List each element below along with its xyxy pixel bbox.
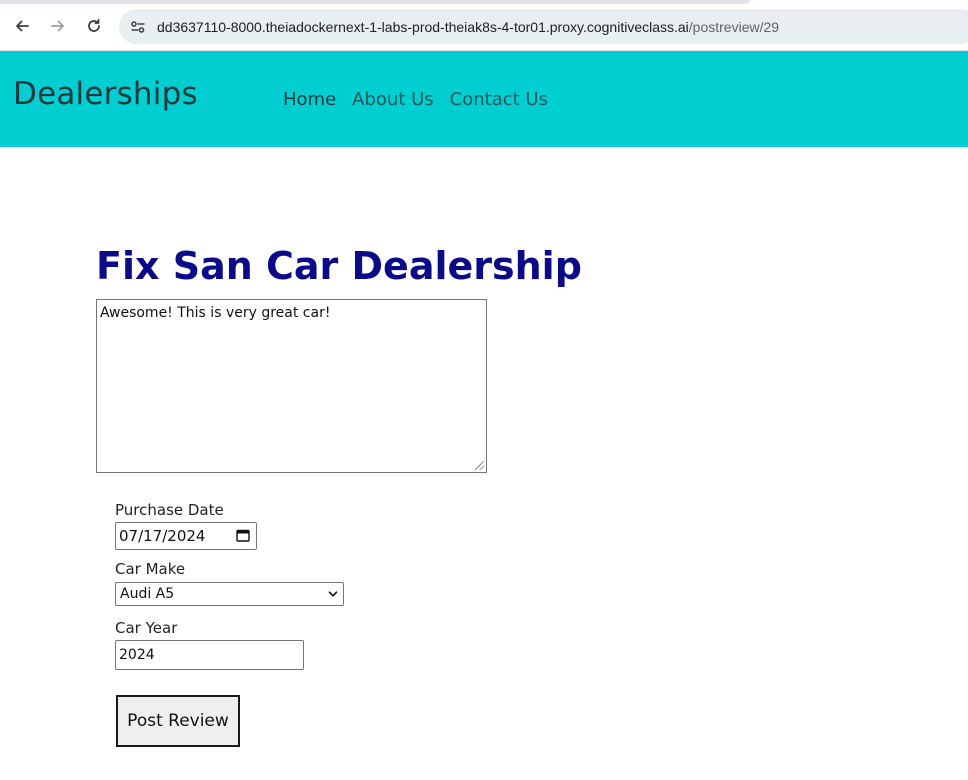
- purchase-date-value: 07/17/2024: [119, 527, 206, 545]
- brand-logo-text[interactable]: Dealerships: [13, 76, 198, 112]
- arrow-left-icon[interactable]: [10, 14, 34, 38]
- car-make-selected: Audi A5: [120, 586, 175, 602]
- review-text: Awesome! This is very great car!: [100, 305, 331, 321]
- purchase-date-label: Purchase Date: [115, 501, 224, 519]
- url-text: dd3637110-8000.theiadockernext-1-labs-pr…: [157, 19, 779, 35]
- nav-link-contact-us[interactable]: Contact Us: [450, 89, 548, 110]
- tab-strip: [0, 0, 750, 4]
- site-settings-icon[interactable]: [128, 17, 148, 37]
- url-path: /postreview/29: [688, 18, 780, 35]
- site-navbar: Dealerships Home About Us Contact Us: [0, 51, 968, 147]
- car-make-select[interactable]: Audi A5: [115, 582, 344, 606]
- nav-link-about-us[interactable]: About Us: [352, 89, 434, 110]
- car-year-value: 2024: [119, 647, 155, 663]
- arrow-right-icon[interactable]: [46, 14, 70, 38]
- address-bar[interactable]: dd3637110-8000.theiadockernext-1-labs-pr…: [119, 9, 968, 44]
- car-year-input[interactable]: 2024: [115, 640, 304, 670]
- url-host: dd3637110-8000.theiadockernext-1-labs-pr…: [157, 18, 689, 35]
- post-review-button[interactable]: Post Review: [116, 695, 240, 747]
- nav-link-home[interactable]: Home: [283, 89, 336, 110]
- review-textarea[interactable]: Awesome! This is very great car!: [96, 299, 487, 473]
- nav-links: Home About Us Contact Us: [283, 89, 548, 110]
- calendar-icon[interactable]: [236, 529, 250, 542]
- car-make-label: Car Make: [115, 560, 186, 578]
- purchase-date-input[interactable]: 07/17/2024: [115, 522, 257, 550]
- resize-handle-icon[interactable]: [475, 461, 484, 470]
- reload-icon[interactable]: [82, 14, 106, 38]
- dealer-name-heading: Fix San Car Dealership: [96, 244, 582, 288]
- car-year-label: Car Year: [115, 619, 178, 637]
- chevron-down-icon: [328, 591, 338, 597]
- browser-toolbar: dd3637110-8000.theiadockernext-1-labs-pr…: [0, 0, 968, 51]
